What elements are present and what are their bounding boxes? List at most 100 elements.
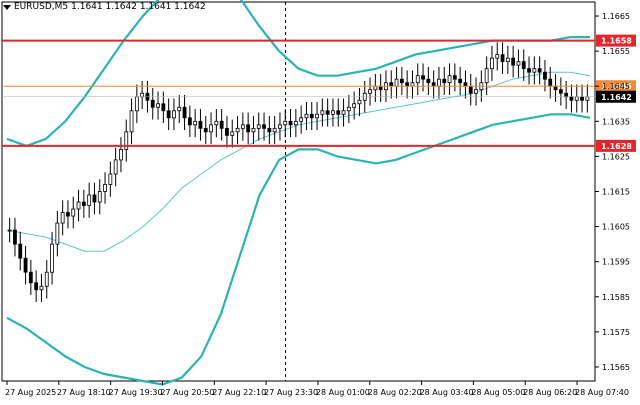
x-tick-label: 28 Aug 06:20 bbox=[523, 388, 577, 397]
candle-body bbox=[262, 124, 266, 129]
y-tick-label: 1.1645 bbox=[602, 82, 630, 91]
candle-body bbox=[532, 68, 537, 73]
candle-body bbox=[225, 127, 229, 136]
candle-body bbox=[134, 96, 139, 112]
current-price-tag: 1.1642 bbox=[601, 93, 632, 102]
candle-body bbox=[463, 82, 468, 87]
candle-body bbox=[92, 194, 97, 203]
candle-body bbox=[500, 54, 505, 63]
candle-body bbox=[336, 110, 341, 115]
candle-body bbox=[325, 110, 330, 115]
candle-body bbox=[580, 96, 584, 101]
candle-body bbox=[474, 89, 478, 94]
candle-body bbox=[537, 68, 542, 73]
candle-body bbox=[490, 57, 494, 70]
candle-body bbox=[426, 78, 431, 84]
candle-body bbox=[378, 85, 383, 91]
candle-body bbox=[278, 124, 282, 129]
y-tick-label: 1.1655 bbox=[602, 47, 630, 56]
candle-body bbox=[331, 110, 335, 115]
candle-body bbox=[283, 120, 288, 126]
x-tick-label: 27 Aug 2025 bbox=[5, 388, 56, 397]
candle-body bbox=[299, 117, 304, 122]
x-tick-label: 28 Aug 01:00 bbox=[316, 388, 370, 397]
candle-body bbox=[161, 103, 166, 112]
x-tick-label: 27 Aug 18:10 bbox=[57, 388, 111, 397]
y-tick-label: 1.1605 bbox=[602, 223, 630, 232]
candle-body bbox=[468, 85, 473, 94]
candle-body bbox=[320, 110, 325, 115]
candle-body bbox=[23, 257, 28, 273]
ohlc-label: 1.1641 1.1642 1.1641 1.1642 bbox=[71, 2, 206, 12]
symbol-label: EURUSD,M5 bbox=[14, 2, 69, 12]
candle-body bbox=[187, 117, 192, 126]
candle-body bbox=[50, 243, 54, 273]
candle-body bbox=[357, 99, 362, 105]
collapse-triangle-icon[interactable] bbox=[3, 5, 11, 10]
candle-body bbox=[304, 113, 309, 119]
x-tick-label: 28 Aug 05:00 bbox=[471, 388, 525, 397]
candle-body bbox=[119, 148, 123, 161]
candle-body bbox=[505, 57, 510, 63]
candle-body bbox=[346, 106, 351, 112]
candle-body bbox=[315, 113, 319, 119]
candle-body bbox=[150, 99, 155, 108]
candle-body bbox=[256, 124, 261, 129]
candle-body bbox=[108, 173, 113, 185]
y-tick-label: 1.1575 bbox=[602, 328, 630, 337]
candle-body bbox=[87, 194, 92, 206]
candle-body bbox=[81, 201, 86, 206]
candle-body bbox=[103, 184, 107, 192]
candle-body bbox=[293, 120, 298, 126]
candle-body bbox=[55, 222, 60, 245]
candle-body bbox=[394, 78, 399, 87]
candle-body bbox=[97, 191, 102, 203]
candle-body bbox=[447, 75, 452, 84]
candle-body bbox=[60, 212, 65, 224]
candle-body bbox=[113, 159, 118, 175]
candle-body bbox=[484, 68, 489, 84]
x-tick-label: 27 Aug 22:10 bbox=[212, 388, 266, 397]
candle-body bbox=[452, 75, 457, 80]
x-tick-label: 27 Aug 19:30 bbox=[109, 388, 163, 397]
x-tick-label: 27 Aug 20:50 bbox=[160, 388, 214, 397]
candle-body bbox=[66, 212, 70, 217]
candle-body bbox=[585, 96, 590, 101]
candle-body bbox=[34, 282, 39, 291]
chart-header: EURUSD,M5 1.1641 1.1642 1.1641 1.1642 bbox=[3, 2, 206, 12]
candle-body bbox=[156, 103, 160, 108]
lower-red-price-tag: 1.1628 bbox=[601, 142, 632, 151]
chart-area[interactable]: 1.1658 1.1645 1.1642 1.1628 1.1665 1.1655 1.1… bbox=[0, 0, 640, 401]
candle-body bbox=[415, 75, 420, 84]
candle-body bbox=[574, 96, 579, 101]
candle-body bbox=[569, 96, 574, 101]
candle-body bbox=[564, 92, 569, 98]
y-tick-label: 1.1625 bbox=[602, 152, 630, 161]
candle-body bbox=[389, 82, 394, 87]
candle-body bbox=[267, 127, 272, 133]
candle-body bbox=[437, 78, 441, 87]
candle-body bbox=[405, 82, 410, 87]
candle-body bbox=[399, 78, 404, 84]
candle-body bbox=[558, 89, 563, 94]
candle-body bbox=[7, 229, 12, 232]
y-tick-label: 1.1635 bbox=[602, 117, 630, 126]
candle-body bbox=[39, 285, 44, 291]
x-tick-label: 28 Aug 07:40 bbox=[575, 388, 629, 397]
y-tick-label: 1.1665 bbox=[602, 12, 630, 21]
x-tick-label: 27 Aug 23:30 bbox=[264, 388, 318, 397]
candle-body bbox=[309, 113, 314, 119]
candle-body bbox=[214, 120, 219, 126]
candle-body bbox=[209, 124, 213, 133]
candle-body bbox=[71, 208, 76, 217]
candle-body bbox=[373, 85, 378, 91]
upper-red-price-tag: 1.1658 bbox=[601, 37, 632, 46]
y-tick-label: 1.1585 bbox=[602, 293, 630, 302]
candle-body bbox=[246, 124, 251, 133]
x-tick-label: 28 Aug 03:40 bbox=[420, 388, 474, 397]
candle-body bbox=[198, 120, 203, 129]
candle-body bbox=[410, 82, 415, 87]
candle-body bbox=[172, 110, 176, 119]
y-tick-label: 1.1595 bbox=[602, 258, 630, 267]
candle-body bbox=[18, 243, 23, 259]
